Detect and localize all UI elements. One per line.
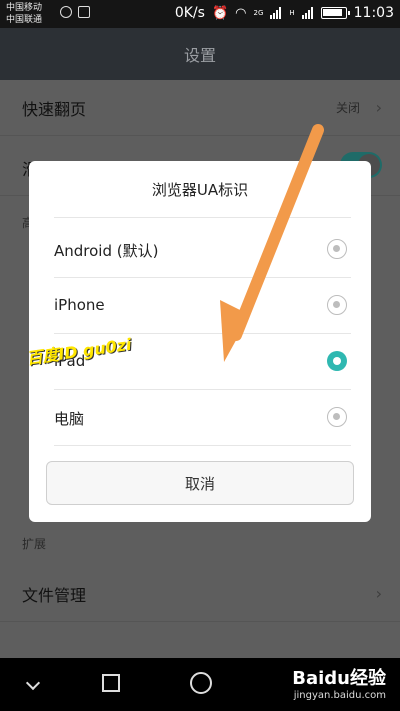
divider: [54, 217, 351, 218]
radio-button[interactable]: [327, 239, 347, 259]
baidu-jingyan-logo: Baidu经验 jingyan.baidu.com: [292, 664, 386, 701]
setting-quick-page[interactable]: 快速翻页 关闭 ›: [0, 80, 400, 136]
alarm-icon: ⏰: [211, 5, 229, 21]
page-title: 设置: [183, 46, 216, 65]
battery-icon: [320, 7, 350, 19]
image-icon: [78, 6, 90, 18]
cancel-button[interactable]: 取消: [46, 461, 354, 505]
status-bar: 中国移动 中国联通 0K/s ⏰ ◠ 2G H 11:03: [0, 0, 400, 28]
chevron-right-icon: ›: [375, 98, 382, 117]
setting-file-manager[interactable]: 文件管理 ›: [0, 566, 400, 622]
recent-apps-icon[interactable]: [102, 674, 120, 692]
carrier-1: 中国移动: [6, 3, 43, 13]
setting-label: 快速翻页: [22, 100, 87, 119]
app-header: 设置: [0, 28, 400, 80]
dialog-title: 浏览器UA标识: [151, 180, 249, 199]
radio-button[interactable]: [327, 407, 347, 427]
signal-h-label: H: [289, 9, 295, 17]
setting-label: 文件管理: [22, 586, 87, 605]
setting-value: 关闭: [335, 101, 360, 115]
notification-icons: [60, 6, 90, 18]
divider: [54, 445, 351, 446]
radio-button[interactable]: [327, 295, 347, 315]
signal-icon: [270, 7, 282, 19]
wifi-icon: ◠: [235, 5, 247, 21]
clock: 11:03: [353, 5, 394, 21]
carrier-names: 中国移动 中国联通: [6, 2, 42, 26]
wechat-icon: [60, 6, 72, 18]
brand-name: Baidu经验: [292, 668, 386, 689]
option-label: 电脑: [54, 410, 85, 428]
radio-button-selected[interactable]: [327, 351, 347, 371]
section-header-expand: 扩展: [22, 537, 47, 551]
net-speed: 0K/s: [174, 5, 205, 21]
option-android[interactable]: Android (默认): [29, 222, 371, 277]
brand-url: jingyan.baidu.com: [293, 690, 386, 701]
signal-2g-label: 2G: [253, 9, 264, 17]
status-right: 0K/s ⏰ ◠ 2G H 11:03: [175, 5, 394, 21]
option-iphone[interactable]: iPhone: [29, 278, 371, 333]
signal-icon-2: [301, 7, 314, 19]
chevron-right-icon: ›: [375, 584, 382, 603]
home-icon[interactable]: [190, 672, 212, 694]
back-icon[interactable]: [25, 675, 41, 691]
option-label: iPhone: [54, 296, 105, 314]
option-pc[interactable]: 电脑: [29, 390, 371, 445]
option-label: Android (默认): [54, 242, 159, 260]
system-nav-bar: Baidu经验 jingyan.baidu.com: [0, 658, 400, 711]
carrier-2: 中国联通: [6, 15, 43, 25]
